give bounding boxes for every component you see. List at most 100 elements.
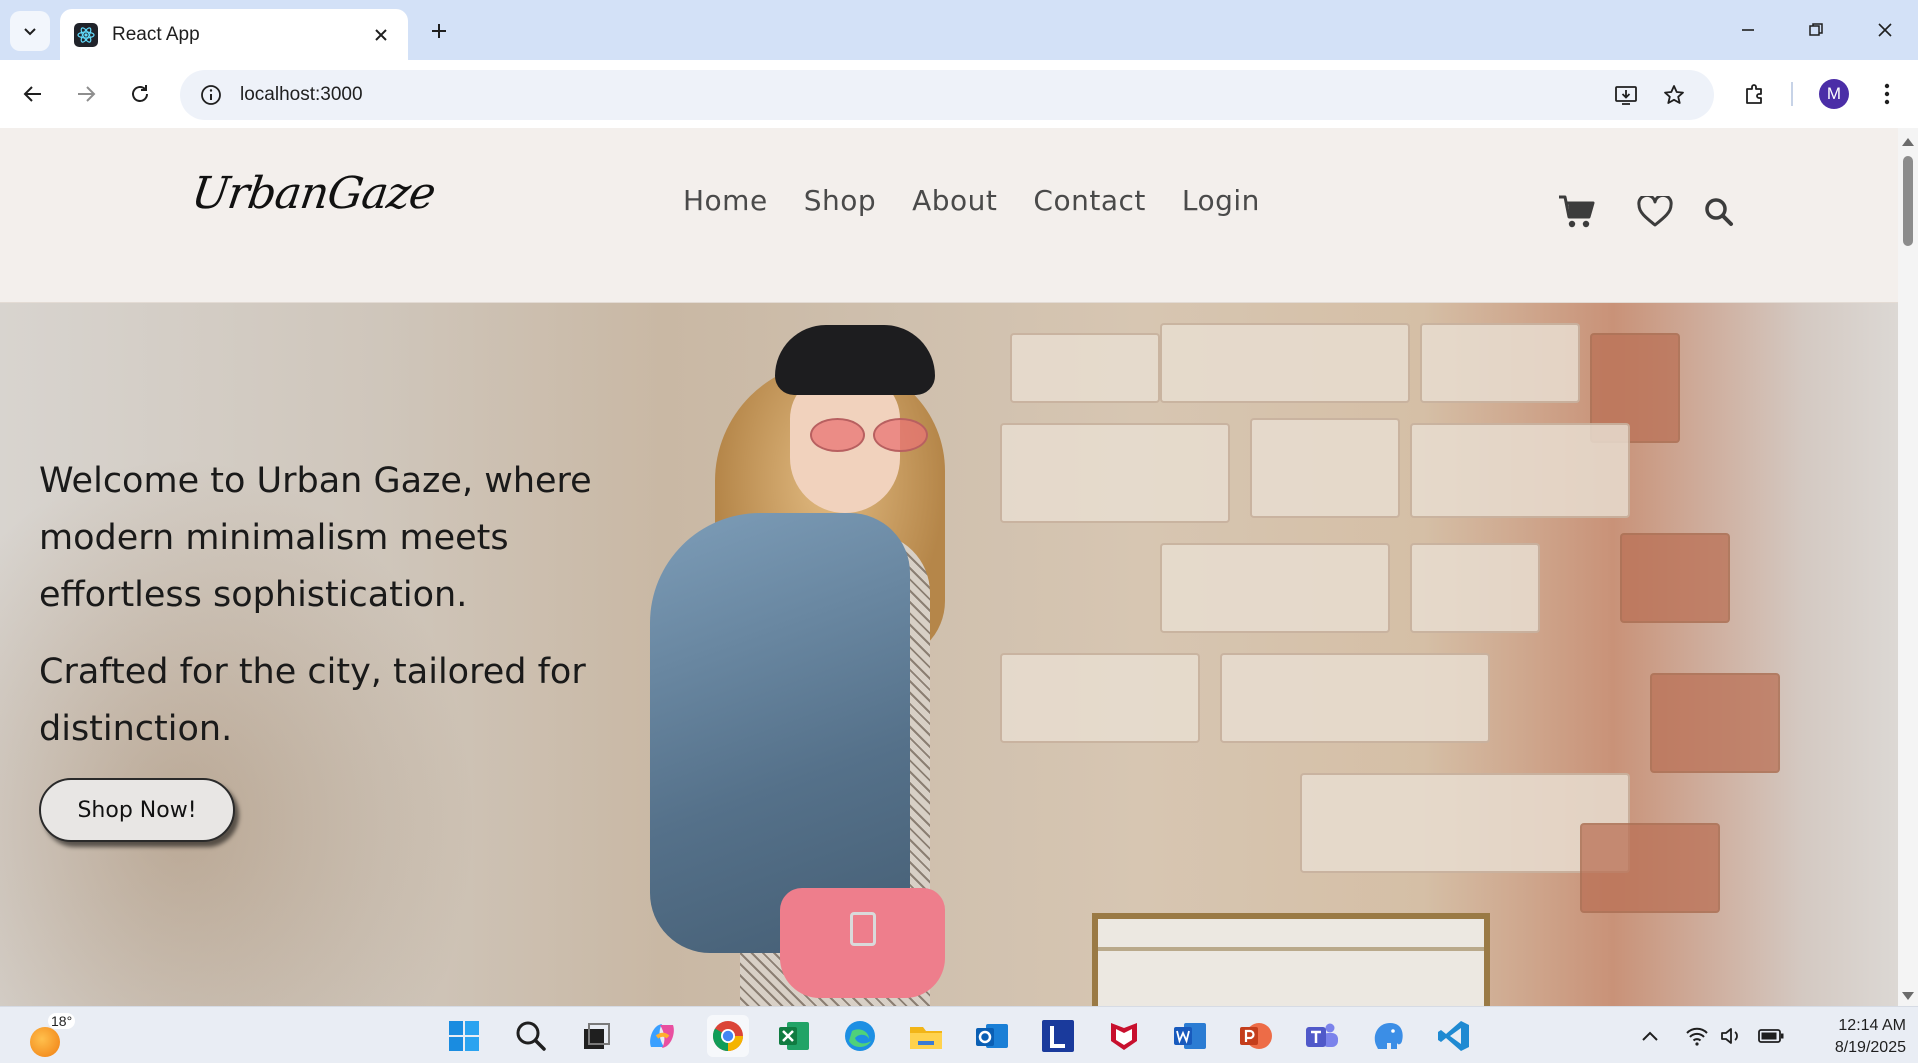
trunk-strap <box>1098 947 1484 951</box>
file-explorer-icon[interactable] <box>905 1015 947 1057</box>
weather-widget[interactable]: 18° <box>30 1013 76 1057</box>
scroll-up-arrow[interactable] <box>1902 138 1914 146</box>
browser-menu-button[interactable] <box>1867 74 1907 114</box>
search-button[interactable] <box>1697 190 1741 234</box>
battery-icon[interactable] <box>1758 1023 1784 1049</box>
wall-brick <box>1010 333 1160 403</box>
chrome-icon[interactable] <box>707 1015 749 1057</box>
tab-title: React App <box>112 23 200 45</box>
search-icon <box>1705 198 1733 226</box>
scroll-down-arrow[interactable] <box>1902 992 1914 1000</box>
excel-icon[interactable] <box>773 1015 815 1057</box>
hero-section: Welcome to Urban Gaze, where modern mini… <box>0 303 1898 1006</box>
clock-date: 8/19/2025 <box>1834 1039 1906 1056</box>
weather-sun-icon <box>30 1027 60 1057</box>
wifi-icon[interactable] <box>1684 1023 1710 1049</box>
nav-link-home[interactable]: Home <box>683 184 768 217</box>
more-vertical-icon <box>1884 83 1890 105</box>
restore-button[interactable] <box>1795 12 1837 48</box>
url-text[interactable]: localhost:3000 <box>240 84 363 106</box>
windows-taskbar: 18° 12:14 AM 8/19/2025 <box>0 1006 1918 1063</box>
powerpoint-icon[interactable] <box>1235 1015 1277 1057</box>
minimize-icon <box>1742 29 1754 31</box>
browser-tabstrip: React App <box>0 0 1918 60</box>
teams-icon[interactable] <box>1301 1015 1343 1057</box>
install-app-button[interactable] <box>1606 70 1646 120</box>
model-sunglasses <box>810 418 928 452</box>
vintage-trunk <box>1092 913 1490 1006</box>
restore-icon <box>1809 23 1823 36</box>
site-header: UrbanGaze Home Shop About Contact Login <box>0 128 1898 303</box>
avatar: M <box>1819 79 1849 109</box>
bag-clasp <box>850 912 876 946</box>
copilot-icon[interactable] <box>641 1015 683 1057</box>
task-view-icon[interactable] <box>575 1015 617 1057</box>
nav-link-about[interactable]: About <box>912 184 997 217</box>
back-button[interactable] <box>13 74 53 114</box>
heart-icon <box>1637 196 1673 227</box>
address-bar[interactable]: localhost:3000 <box>180 70 1714 120</box>
react-logo-icon <box>74 22 98 47</box>
nav-link-contact[interactable]: Contact <box>1033 184 1145 217</box>
close-icon <box>375 28 387 41</box>
page-scrollbar[interactable] <box>1898 128 1918 1006</box>
minimize-button[interactable] <box>1727 12 1769 48</box>
browser-toolbar: localhost:3000 M <box>0 60 1918 128</box>
site-logo[interactable]: UrbanGaze <box>188 168 438 219</box>
wishlist-button[interactable] <box>1633 190 1677 234</box>
hero-tagline-text: Crafted for the city, tailored for disti… <box>39 652 586 749</box>
arrow-left-icon <box>23 86 41 102</box>
wall-brick <box>1160 323 1410 403</box>
search-icon[interactable] <box>510 1015 552 1057</box>
chevron-down-icon <box>24 28 36 36</box>
wall-brick <box>1620 533 1730 623</box>
main-nav: Home Shop About Contact Login <box>683 184 1260 217</box>
hero-text-block: Welcome to Urban Gaze, where modern mini… <box>39 453 679 842</box>
bookmark-button[interactable] <box>1654 70 1694 120</box>
profile-button[interactable]: M <box>1814 74 1854 114</box>
model-pink-bag <box>780 888 945 998</box>
system-clock[interactable]: 12:14 AM 8/19/2025 <box>1796 1015 1906 1059</box>
vscode-icon[interactable] <box>1433 1015 1475 1057</box>
wall-brick <box>1000 653 1200 743</box>
edge-icon[interactable] <box>839 1015 881 1057</box>
nav-link-shop[interactable]: Shop <box>804 184 876 217</box>
volume-icon[interactable] <box>1718 1023 1744 1049</box>
mcafee-icon[interactable] <box>1103 1015 1145 1057</box>
reload-icon <box>132 85 148 102</box>
outlook-icon[interactable] <box>971 1015 1013 1057</box>
new-tab-button[interactable] <box>424 16 454 46</box>
wall-brick <box>1650 673 1780 773</box>
star-icon <box>1664 85 1684 104</box>
wall-brick <box>1580 823 1720 913</box>
windows-start-icon[interactable] <box>443 1015 485 1057</box>
puzzle-icon <box>1746 84 1762 104</box>
scroll-thumb[interactable] <box>1903 156 1913 246</box>
word-icon[interactable] <box>1169 1015 1211 1057</box>
tab-search-button[interactable] <box>10 11 50 51</box>
arrow-right-icon <box>78 86 96 102</box>
model-beret <box>775 325 935 395</box>
cart-button[interactable] <box>1555 190 1599 234</box>
reload-button[interactable] <box>120 74 160 114</box>
toolbar-divider <box>1791 82 1793 106</box>
wall-brick <box>1410 423 1630 518</box>
close-icon <box>1878 23 1892 37</box>
wall-brick <box>1220 653 1490 743</box>
close-window-button[interactable] <box>1864 12 1906 48</box>
forward-button[interactable] <box>66 74 106 114</box>
nav-link-login[interactable]: Login <box>1182 184 1260 217</box>
extensions-button[interactable] <box>1735 74 1775 114</box>
install-icon <box>1615 86 1637 105</box>
model-denim-jacket <box>650 513 910 953</box>
wall-brick <box>1250 418 1400 518</box>
elephant-app-icon[interactable] <box>1367 1015 1409 1057</box>
clock-time: 12:14 AM <box>1838 1017 1906 1034</box>
wall-brick <box>1410 543 1540 633</box>
shop-now-button[interactable]: Shop Now! <box>39 778 235 842</box>
tab-close-button[interactable] <box>368 22 394 48</box>
browser-tab-active[interactable]: React App <box>60 9 408 60</box>
site-info-icon[interactable] <box>198 82 224 108</box>
l-app-icon[interactable] <box>1037 1015 1079 1057</box>
show-hidden-icons-button[interactable] <box>1637 1023 1663 1049</box>
